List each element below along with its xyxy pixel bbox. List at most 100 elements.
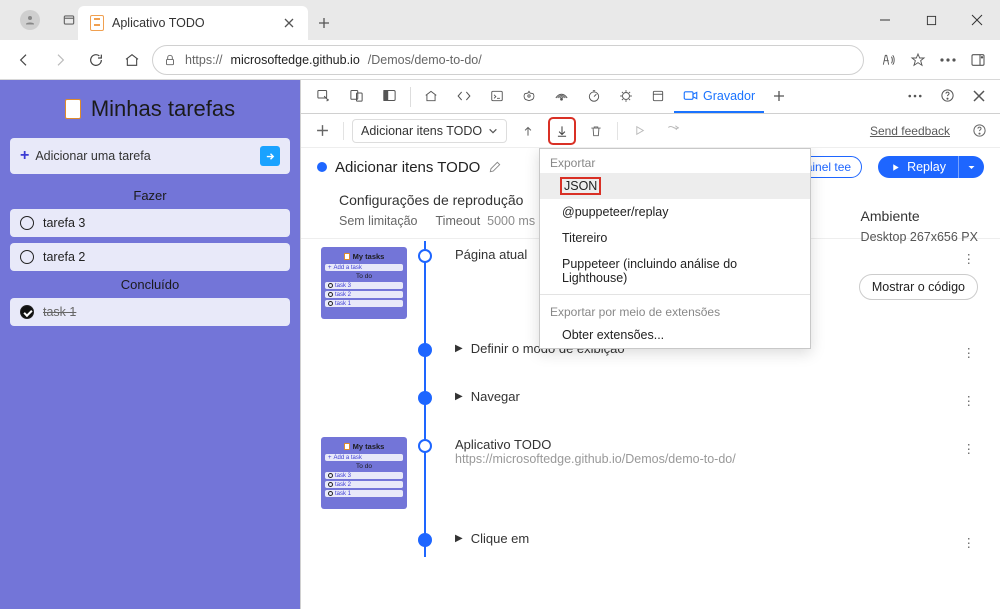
devtools-tab-memory[interactable] [610, 80, 642, 113]
devtools-tab-elements[interactable] [447, 80, 481, 113]
url-scheme: https:// [185, 53, 223, 67]
task-checkbox[interactable] [20, 305, 34, 319]
flow-title: Adicionar itens TODO [335, 159, 480, 176]
task-item[interactable]: tarefa 3 [10, 209, 290, 237]
devtools-tab-recorder-label: Gravador [703, 89, 755, 103]
task-checkbox[interactable] [20, 216, 34, 230]
step-thumbnail: My tasks +Add a task To do task 3 task 2… [321, 437, 407, 509]
timeline-node-icon [418, 533, 432, 547]
tab-title: Aplicativo TODO [112, 16, 274, 30]
devtools-tab-sources[interactable] [513, 80, 545, 113]
chevron-down-icon [488, 126, 498, 136]
play-icon [890, 162, 901, 173]
task-checkbox[interactable] [20, 250, 34, 264]
nav-back-button[interactable] [8, 44, 40, 76]
export-menu-header-ext: Exportar por meio de extensões [540, 298, 810, 322]
camera-icon [683, 89, 698, 102]
timeline-step[interactable]: ▶Navegar ⋮ [321, 389, 980, 415]
playback-timeout-value[interactable]: 5000 ms [487, 214, 535, 228]
submit-task-button[interactable] [260, 146, 280, 166]
devtools-tab-welcome[interactable] [415, 80, 447, 113]
devtools-dock-button[interactable] [373, 80, 406, 113]
nav-forward-button[interactable] [44, 44, 76, 76]
replay-dropdown-button[interactable] [958, 156, 984, 178]
window-minimize-button[interactable] [862, 0, 908, 40]
step-menu-button[interactable]: ⋮ [963, 251, 977, 266]
url-input[interactable]: https://microsoftedge.github.io/Demos/de… [152, 45, 864, 75]
devtools-add-tab-button[interactable] [764, 80, 794, 113]
step-menu-button[interactable]: ⋮ [963, 535, 977, 550]
devtools-close-button[interactable] [964, 80, 994, 113]
group-done-label: Concluído [10, 277, 290, 292]
favorites-button[interactable] [904, 44, 932, 76]
timeline-node-icon [418, 439, 432, 453]
step-label: Página atual [455, 247, 527, 262]
send-feedback-link[interactable]: Send feedback [870, 124, 950, 138]
window-maximize-button[interactable] [908, 0, 954, 40]
recorder-delete-button[interactable] [583, 118, 609, 144]
nav-refresh-button[interactable] [80, 44, 112, 76]
environment-heading: Ambiente [861, 208, 978, 224]
recorder-main: Adicionar itens TODO painel tee Replay C… [301, 148, 1000, 609]
timeline-step[interactable]: My tasks +Add a task To do task 3 task 2… [321, 437, 980, 509]
profile-button[interactable] [0, 0, 60, 40]
step-menu-button[interactable]: ⋮ [963, 441, 977, 456]
devtools-help-button[interactable] [931, 80, 964, 113]
step-menu-button[interactable]: ⋮ [963, 345, 977, 360]
task-item[interactable]: task 1 [10, 298, 290, 326]
add-task-placeholder: Adicionar uma tarefa [35, 149, 150, 163]
nav-home-button[interactable] [116, 44, 148, 76]
timeline-node-icon [418, 391, 432, 405]
profile-avatar-icon [20, 10, 40, 30]
recorder-play-button[interactable] [626, 118, 652, 144]
more-menu-button[interactable] [934, 44, 962, 76]
recorder-flow-name: Adicionar itens TODO [361, 124, 482, 138]
devtools-device-button[interactable] [340, 80, 373, 113]
task-text: tarefa 3 [43, 216, 85, 230]
read-aloud-button[interactable] [874, 44, 902, 76]
devtools-tab-console[interactable] [481, 80, 513, 113]
export-menu-item-json[interactable]: JSON [540, 173, 810, 199]
devtools-tab-performance[interactable] [578, 80, 610, 113]
export-menu-item-titereiro[interactable]: Titereiro [540, 225, 810, 251]
tab-close-button[interactable] [282, 16, 296, 30]
export-menu: Exportar JSON @puppeteer/replay Titereir… [539, 148, 811, 349]
window-close-button[interactable] [954, 0, 1000, 40]
recorder-import-button[interactable] [515, 118, 541, 144]
timeline-node-icon [418, 249, 432, 263]
export-menu-item-puppeteer-replay[interactable]: @puppeteer/replay [540, 199, 810, 225]
devtools-inspect-button[interactable] [307, 80, 340, 113]
playback-throttle[interactable]: Sem limitação [339, 214, 418, 228]
export-menu-item-puppeteer-lighthouse[interactable]: Puppeteer (incluindo análise do Lighthou… [540, 251, 810, 291]
group-todo-label: Fazer [10, 188, 290, 203]
url-path: /Demos/demo-to-do/ [368, 53, 482, 67]
export-menu-item-get-extensions[interactable]: Obter extensões... [540, 322, 810, 348]
window-titlebar: Aplicativo TODO [0, 0, 1000, 40]
app-heading-text: Minhas tarefas [91, 96, 235, 122]
devtools-tab-recorder[interactable]: Gravador [674, 80, 764, 113]
devtools-tab-application[interactable] [642, 80, 674, 113]
sidebar-toggle-button[interactable] [964, 44, 992, 76]
recorder-step-button[interactable] [660, 118, 686, 144]
devtools-tab-network[interactable] [545, 80, 578, 113]
recorder-new-button[interactable] [309, 118, 335, 144]
recorder-help-button[interactable] [966, 118, 992, 144]
timeline-node-icon [418, 343, 432, 357]
recorder-flow-select[interactable]: Adicionar itens TODO [352, 119, 507, 143]
new-tab-button[interactable] [308, 6, 340, 40]
replay-button[interactable]: Replay [878, 156, 958, 178]
recorder-export-button[interactable] [549, 118, 575, 144]
tab-actions-button[interactable] [60, 0, 78, 40]
devtools-more-button[interactable] [899, 80, 931, 113]
browser-tab[interactable]: Aplicativo TODO [78, 6, 308, 40]
lock-icon [163, 53, 177, 67]
edit-flow-button[interactable] [488, 160, 502, 174]
caret-right-icon: ▶ [455, 343, 463, 354]
task-item[interactable]: tarefa 2 [10, 243, 290, 271]
add-task-row[interactable]: + Adicionar uma tarefa [10, 138, 290, 174]
replay-split-button: Replay [878, 156, 984, 178]
step-menu-button[interactable]: ⋮ [963, 393, 977, 408]
timeline-step[interactable]: ▶Clique em ⋮ [321, 531, 980, 557]
step-url: https://microsoftedge.github.io/Demos/de… [455, 452, 980, 466]
plus-icon: + [20, 147, 29, 164]
